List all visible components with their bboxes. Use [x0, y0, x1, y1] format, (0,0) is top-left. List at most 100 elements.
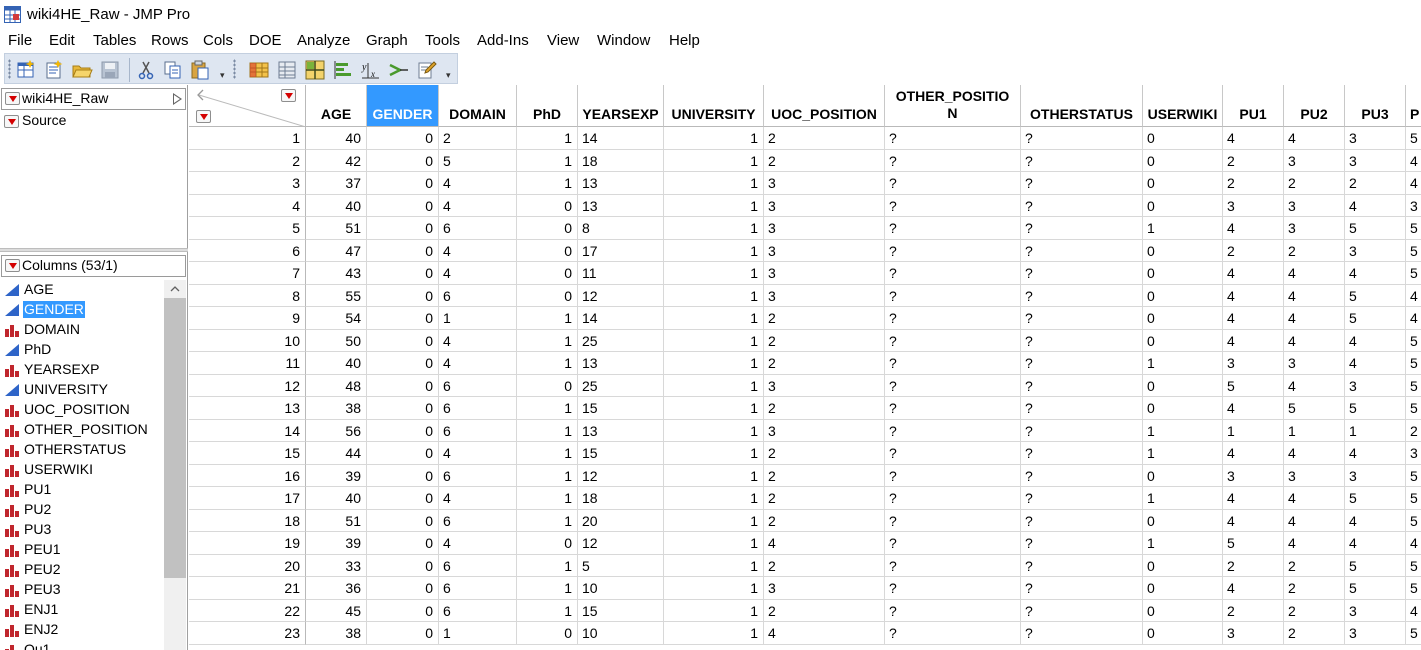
grid-cell[interactable]: 2: [764, 554, 885, 577]
column-list-item[interactable]: PEU2: [0, 560, 164, 580]
data-grid[interactable]: AGE GENDER DOMAIN PhD YEARSEXP UNIVERSITY UOC_…: [189, 85, 1421, 650]
cut-icon[interactable]: [135, 59, 157, 81]
column-list-item[interactable]: DOMAIN: [0, 320, 164, 340]
grid-cell[interactable]: 51: [306, 217, 367, 240]
grid-cell[interactable]: 14: [578, 127, 664, 150]
grid-cell[interactable]: 0: [367, 442, 439, 465]
column-header-peu1[interactable]: P: [1406, 85, 1421, 127]
column-list-item[interactable]: USERWIKI: [0, 460, 164, 480]
grid-cell[interactable]: 1: [517, 487, 578, 510]
grid-cell[interactable]: ?: [885, 599, 1021, 622]
arrow-icon[interactable]: [388, 59, 410, 81]
grid-cell[interactable]: 1: [664, 127, 764, 150]
grid-cell[interactable]: ?: [1021, 194, 1143, 217]
grid-cell[interactable]: 48: [306, 374, 367, 397]
run-script-icon[interactable]: [173, 93, 182, 105]
grid-cell[interactable]: 4: [1406, 532, 1421, 555]
grid-cell[interactable]: 1: [664, 262, 764, 285]
grid-cell[interactable]: 5: [1345, 577, 1406, 600]
grid-cell[interactable]: ?: [885, 397, 1021, 420]
grid-cell[interactable]: ?: [885, 487, 1021, 510]
grid-cell[interactable]: ?: [885, 239, 1021, 262]
grid-cell[interactable]: 1: [1345, 419, 1406, 442]
grid-cell[interactable]: ?: [885, 127, 1021, 150]
columns-red-triangle-icon[interactable]: [5, 259, 20, 272]
grid-cell[interactable]: 1: [664, 284, 764, 307]
grid-cell[interactable]: ?: [885, 307, 1021, 330]
menu-cols[interactable]: Cols: [203, 32, 233, 50]
menu-file[interactable]: File: [8, 32, 32, 50]
grid-cell[interactable]: 5: [1345, 397, 1406, 420]
grid-cell[interactable]: 3: [1345, 239, 1406, 262]
grid-cell[interactable]: 1: [1143, 217, 1223, 240]
grid-cell[interactable]: 2: [1223, 554, 1284, 577]
grid-cell[interactable]: 3: [764, 577, 885, 600]
grid-cell[interactable]: 0: [367, 352, 439, 375]
grid-cell[interactable]: 6: [439, 599, 517, 622]
grid-cell[interactable]: 2: [1284, 599, 1345, 622]
grid-cell[interactable]: 40: [306, 487, 367, 510]
column-list-item[interactable]: OTHERSTATUS: [0, 440, 164, 460]
grid-cell[interactable]: 5: [1406, 240, 1421, 262]
grid-cell[interactable]: 1: [664, 419, 764, 442]
menu-view[interactable]: View: [547, 32, 579, 50]
toolbar-grip[interactable]: [233, 59, 236, 79]
grid-cell[interactable]: 0: [367, 532, 439, 555]
grid-cell[interactable]: 3: [1345, 127, 1406, 150]
row-number[interactable]: 7: [189, 262, 306, 285]
grid-cell[interactable]: 4: [764, 622, 885, 645]
grid-cell[interactable]: ?: [885, 554, 1021, 577]
row-number[interactable]: 17: [189, 487, 306, 510]
row-number[interactable]: 10: [189, 329, 306, 352]
rows-red-triangle-icon[interactable]: [196, 110, 211, 123]
grid-cell[interactable]: 38: [306, 622, 367, 645]
edit-pencil-icon[interactable]: [416, 59, 438, 81]
grid-cell[interactable]: 1: [517, 172, 578, 195]
column-list-item[interactable]: AGE: [0, 280, 164, 300]
row-number[interactable]: 23: [189, 622, 306, 645]
grid-cell[interactable]: 4: [1284, 307, 1345, 330]
grid-cell[interactable]: 4: [439, 239, 517, 262]
column-header-age[interactable]: AGE: [306, 85, 367, 127]
column-header-other-position[interactable]: OTHER_POSITIO N: [885, 85, 1021, 127]
menu-doe[interactable]: DOE: [249, 32, 282, 50]
grid-cell[interactable]: 4: [439, 532, 517, 555]
grid-cell[interactable]: 2: [1284, 622, 1345, 645]
grid-cell[interactable]: ?: [885, 442, 1021, 465]
grid-cell[interactable]: 39: [306, 532, 367, 555]
menu-tools[interactable]: Tools: [425, 32, 460, 50]
menu-analyze[interactable]: Analyze: [297, 32, 350, 50]
grid-cell[interactable]: 42: [306, 149, 367, 172]
grid-cell[interactable]: 4: [1345, 329, 1406, 352]
column-list-item[interactable]: Qu1: [0, 640, 164, 650]
grid-cell[interactable]: 2: [764, 307, 885, 330]
grid-cell[interactable]: 1: [517, 329, 578, 352]
grid-cell[interactable]: 3: [1406, 195, 1421, 217]
grid-cell[interactable]: 5: [1223, 532, 1284, 555]
grid-cell[interactable]: 4: [439, 262, 517, 285]
copy-icon[interactable]: [162, 59, 184, 81]
grid-cell[interactable]: 0: [1143, 127, 1223, 150]
grid-cell[interactable]: 5: [1406, 555, 1421, 577]
grid-cell[interactable]: 1: [664, 329, 764, 352]
table-red-triangle-icon[interactable]: [5, 92, 20, 105]
grid-cell[interactable]: 0: [367, 464, 439, 487]
row-number[interactable]: 19: [189, 532, 306, 555]
grid-cell[interactable]: 25: [578, 374, 664, 397]
grid-cell[interactable]: 2: [1284, 577, 1345, 600]
grid-cell[interactable]: 3: [1284, 149, 1345, 172]
grid-cell[interactable]: 1: [664, 149, 764, 172]
menu-graph[interactable]: Graph: [366, 32, 408, 50]
grid-cell[interactable]: ?: [1021, 554, 1143, 577]
new-data-table-icon[interactable]: [15, 59, 37, 81]
column-list-item[interactable]: PU3: [0, 520, 164, 540]
columns-scrollbar[interactable]: [164, 280, 186, 650]
grid-cell[interactable]: 5: [1345, 307, 1406, 330]
grid-cell[interactable]: 5: [1345, 284, 1406, 307]
grid-cell[interactable]: 1: [664, 487, 764, 510]
menu-add-ins[interactable]: Add-Ins: [477, 32, 529, 50]
grid-cell[interactable]: 0: [367, 194, 439, 217]
grid-cell[interactable]: 56: [306, 419, 367, 442]
grid-cell[interactable]: 1: [517, 419, 578, 442]
row-number[interactable]: 21: [189, 577, 306, 600]
